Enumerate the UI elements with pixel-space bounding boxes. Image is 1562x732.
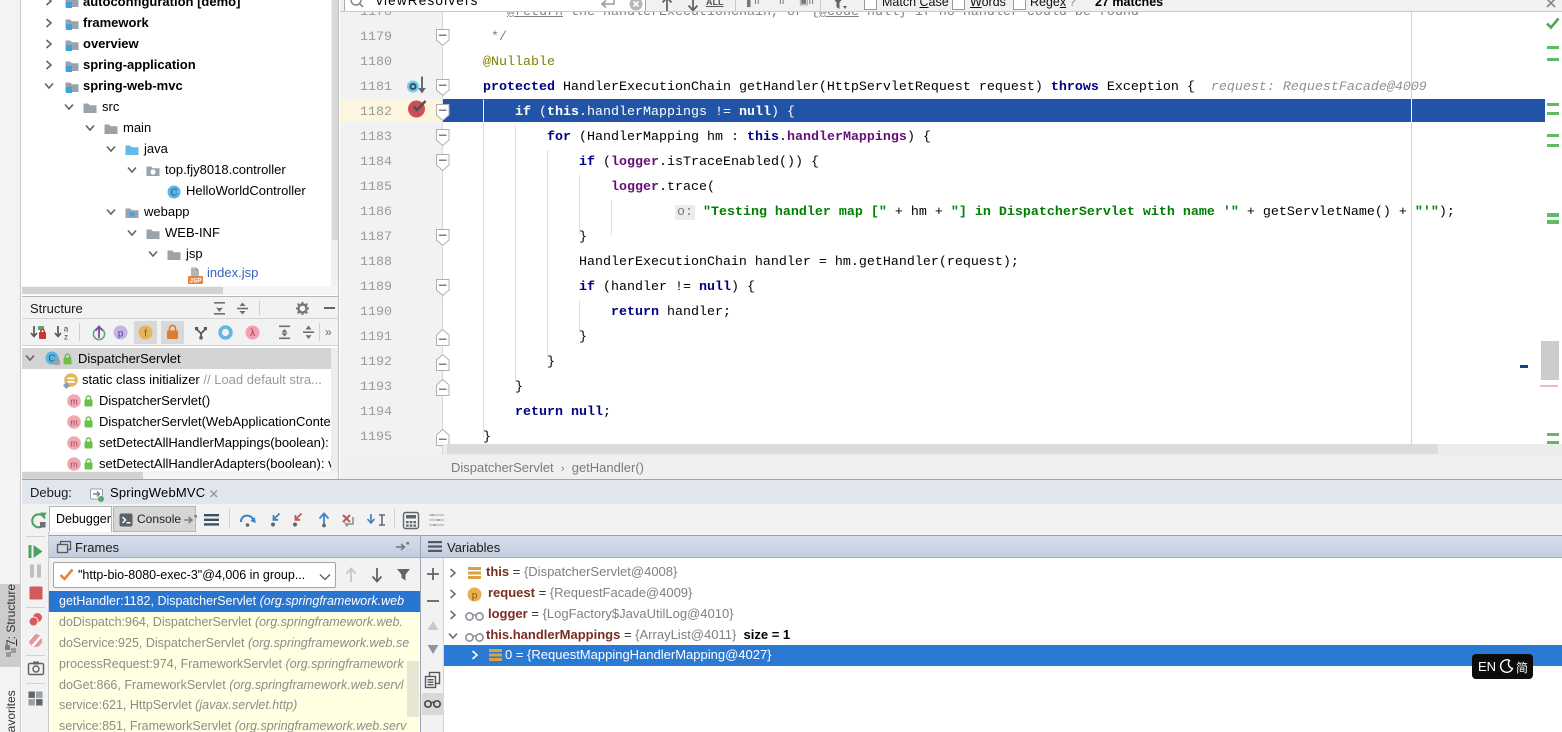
- svg-text:p: p: [472, 590, 478, 601]
- svg-text:m: m: [70, 438, 78, 448]
- svg-text:m: m: [70, 396, 78, 406]
- svg-text:m: m: [70, 417, 78, 427]
- svg-text:λ: λ: [250, 328, 255, 339]
- svg-text:f: f: [144, 328, 147, 339]
- svg-text:z: z: [64, 333, 68, 342]
- svg-text:C: C: [170, 188, 177, 199]
- svg-text:JSP: JSP: [189, 278, 202, 285]
- svg-text:m: m: [70, 459, 78, 469]
- svg-text:p: p: [118, 328, 124, 339]
